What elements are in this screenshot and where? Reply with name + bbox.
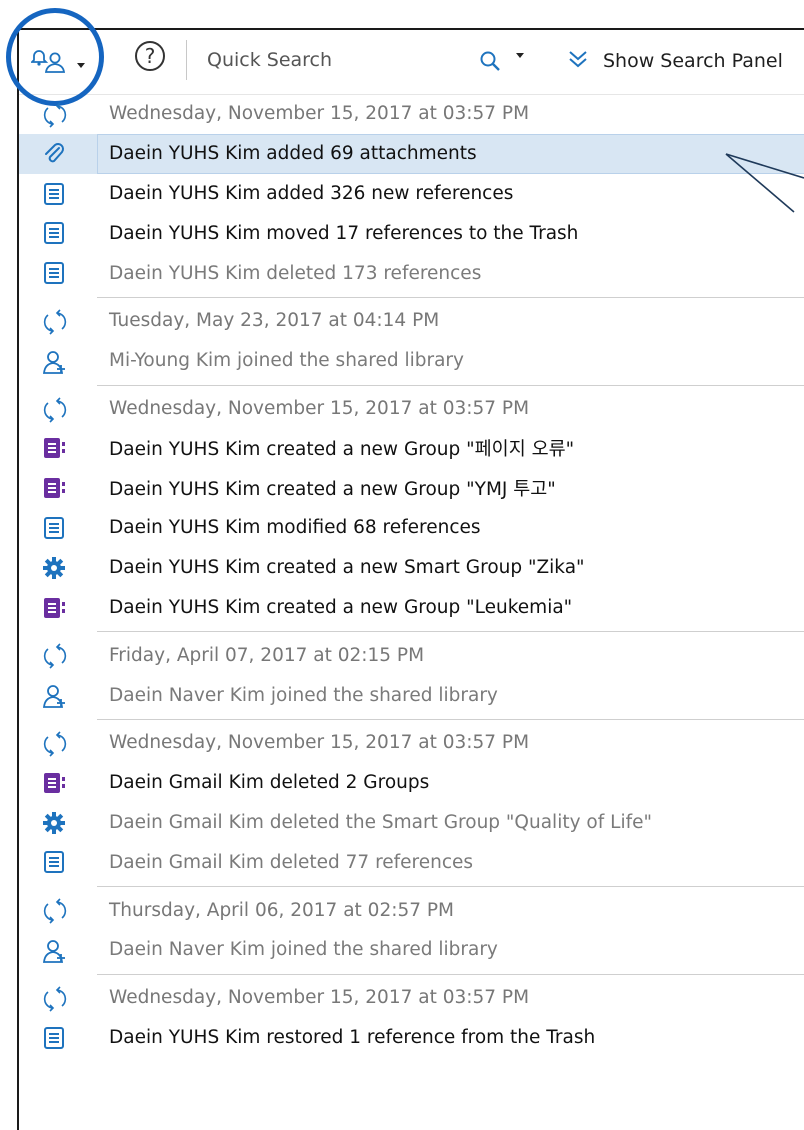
activity-text: Daein Naver Kim joined the shared librar… [109,939,498,961]
activity-text: Daein YUHS Kim created a new Smart Group… [109,557,585,579]
activity-item[interactable]: Daein YUHS Kim created a new Group "Leuk… [19,588,804,628]
activity-item[interactable]: Daein YUHS Kim restored 1 reference from… [19,1018,804,1058]
document-icon [42,850,66,874]
sync-icon [42,102,67,128]
activity-item[interactable]: Daein YUHS Kim modified 68 references [19,508,804,548]
user-add-icon [42,938,66,963]
activity-item[interactable]: Daein Gmail Kim deleted the Smart Group … [19,803,804,843]
activity-item[interactable]: Daein YUHS Kim added 326 new references [19,174,804,214]
paperclip-icon [42,142,66,166]
user-add-icon [42,683,66,709]
chevron-down-icon [516,53,524,77]
show-search-panel-button[interactable]: Show Search Panel [567,48,783,74]
activity-item[interactable]: Mi-Young Kim joined the shared library [19,341,804,381]
activity-text: Mi-Young Kim joined the shared library [109,350,464,372]
quick-search-input[interactable] [207,47,457,73]
activity-text: Daein YUHS Kim moved 17 references to th… [109,222,579,244]
sync-icon [42,309,67,335]
search-options-dropdown[interactable] [516,53,524,77]
gear-icon [42,811,66,835]
group-divider [19,970,804,978]
help-icon: ? [144,44,156,68]
activity-item[interactable]: Daein YUHS Kim deleted 173 references [19,253,804,293]
activity-date: Wednesday, November 15, 2017 at 03:57 PM [109,397,530,419]
activity-text: Daein YUHS Kim added 69 attachments [109,143,477,165]
toolbar-separator [186,40,187,80]
activity-text: Daein Naver Kim joined the shared librar… [109,684,498,706]
activity-item[interactable]: Daein YUHS Kim created a new Group "YMJ … [19,468,804,508]
group-icon [42,596,66,620]
sync-icon [42,898,67,924]
activity-date-header: Friday, April 07, 2017 at 02:15 PM [19,635,804,675]
group-icon [42,771,66,795]
activity-date: Wednesday, November 15, 2017 at 03:57 PM [109,987,530,1009]
activity-item[interactable]: Daein Gmail Kim deleted 2 Groups [19,763,804,803]
activity-text: Daein YUHS Kim created a new Group "Leuk… [109,596,573,618]
search-icon[interactable] [479,50,501,76]
chevron-down-icon [77,62,85,68]
double-chevron-down-icon [567,48,589,74]
activity-item[interactable]: Daein Gmail Kim deleted 77 references [19,842,804,882]
activity-text: Daein Gmail Kim deleted the Smart Group … [109,811,652,833]
document-icon [42,182,66,206]
user-add-icon [42,349,66,374]
activity-text: Daein Gmail Kim deleted 77 references [109,851,474,873]
activity-feed: Wednesday, November 15, 2017 at 03:57 PM… [19,94,804,1057]
activity-date: Tuesday, May 23, 2017 at 04:14 PM [109,310,440,332]
activity-text: Daein YUHS Kim deleted 173 references [109,262,482,284]
activity-item[interactable]: Daein YUHS Kim added 69 attachments [19,133,804,174]
activity-text: Daein YUHS Kim created a new Group "페이지 … [109,439,575,461]
document-icon [42,221,66,245]
activity-date-header: Wednesday, November 15, 2017 at 03:57 PM [19,978,804,1018]
activity-item[interactable]: Daein YUHS Kim created a new Smart Group… [19,548,804,588]
group-divider [19,293,804,301]
sync-icon [42,643,67,669]
activity-date-header: Thursday, April 06, 2017 at 02:57 PM [19,890,804,930]
person-bell-icon [29,48,69,78]
help-button[interactable]: ? [135,41,165,71]
activity-date: Wednesday, November 15, 2017 at 03:57 PM [109,103,530,125]
activity-date-header: Tuesday, May 23, 2017 at 04:14 PM [19,301,804,341]
annotation-callout-arrow [725,153,804,213]
group-icon [42,476,66,500]
group-icon [42,436,66,460]
activity-date: Friday, April 07, 2017 at 02:15 PM [109,644,425,666]
gear-icon [42,556,66,580]
show-search-panel-label: Show Search Panel [603,50,783,72]
activity-date-header: Wednesday, November 15, 2017 at 03:57 PM [19,723,804,763]
activity-item[interactable]: Daein Naver Kim joined the shared librar… [19,930,804,970]
toolbar: ? Show Search Panel [19,30,804,95]
group-divider [19,627,804,635]
document-icon [42,516,66,540]
document-icon [42,1026,66,1050]
activity-text: Daein Gmail Kim deleted 2 Groups [109,772,430,794]
activity-date-header: Wednesday, November 15, 2017 at 03:57 PM [19,94,804,134]
sync-icon [42,731,67,757]
activity-item[interactable]: Daein Naver Kim joined the shared librar… [19,675,804,715]
activity-date: Thursday, April 06, 2017 at 02:57 PM [109,899,454,921]
group-divider [19,381,804,389]
activity-item[interactable]: Daein YUHS Kim created a new Group "페이지 … [19,428,804,468]
group-divider [19,715,804,723]
activity-text: Daein YUHS Kim created a new Group "YMJ … [109,479,556,501]
activity-feed-button[interactable] [29,48,85,78]
sync-icon [42,986,67,1012]
activity-text: Daein YUHS Kim added 326 new references [109,182,514,204]
activity-text: Daein YUHS Kim restored 1 reference from… [109,1026,596,1048]
activity-date: Wednesday, November 15, 2017 at 03:57 PM [109,732,530,754]
document-icon [42,261,66,285]
activity-item[interactable]: Daein YUHS Kim moved 17 references to th… [19,213,804,253]
activity-date-header: Wednesday, November 15, 2017 at 03:57 PM [19,389,804,429]
group-divider [19,882,804,890]
activity-text: Daein YUHS Kim modified 68 references [109,517,481,539]
sync-icon [42,397,67,423]
